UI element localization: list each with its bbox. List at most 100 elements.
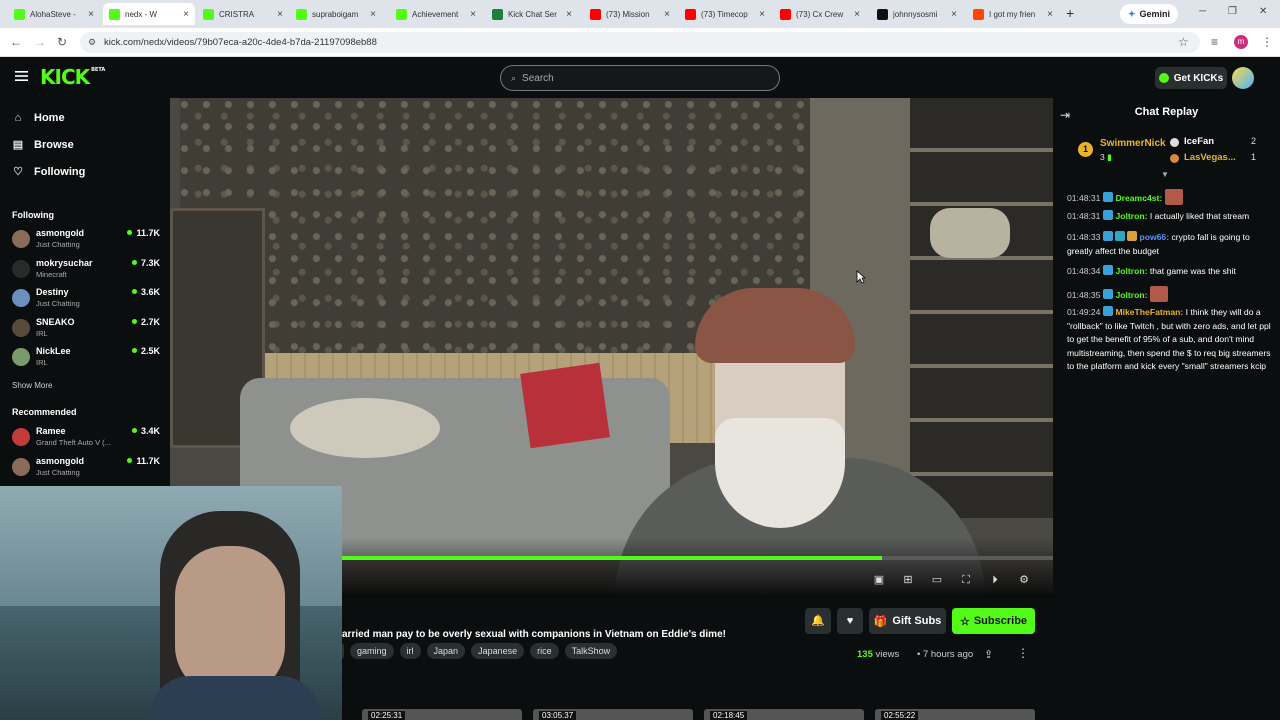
tag-pill[interactable]: gaming [350,643,394,659]
sidebar-item-home[interactable]: ⌂ Home [12,112,65,124]
video-thumbnail[interactable]: 02:55:22 [875,709,1035,720]
tab-close-icon[interactable]: × [88,9,94,20]
message-user[interactable]: Joltron: [1115,211,1147,221]
url-field[interactable]: ⚙ kick.com/nedx/videos/79b07eca-a20c-4de… [80,32,1200,53]
follow-heart-button[interactable]: ♥ [837,608,863,634]
emote-icon [1164,189,1183,205]
tab-0[interactable]: AlohaSteve - × [8,3,100,25]
tab-close-icon[interactable]: × [854,9,860,20]
sidebar-item-following[interactable]: ♡ Following [12,166,85,178]
get-kicks-button[interactable]: Get KICKs [1155,67,1227,89]
more-options-icon[interactable]: ⋮ [1017,646,1029,660]
heart-icon: ♡ [13,166,23,178]
tab-9[interactable]: johnnysosmi × [871,3,963,25]
minimize-icon[interactable]: ─ [1199,6,1206,17]
tab-close-icon[interactable]: × [370,9,376,20]
message-text: that game was the shit [1149,266,1236,276]
reload-icon[interactable]: ↻ [57,35,67,49]
theater-mode-icon[interactable]: ▭ [928,572,946,588]
channel-category: Grand Theft Auto V (... [36,438,111,447]
fullscreen-icon[interactable]: ⛶ [957,572,975,588]
tab-favicon-icon [109,8,120,20]
media-controls-icon[interactable]: ≡ [1211,35,1218,49]
tab-6[interactable]: (73) Mission × [584,3,676,25]
share-icon[interactable]: ⇪ [984,648,993,661]
notification-bell-button[interactable]: 🔔 [805,608,831,634]
channel-item[interactable]: asmongold Just Chatting 11.7K [12,454,162,480]
tab-2[interactable]: CRISTRA × [197,3,289,25]
beta-badge: BETA [91,67,106,73]
site-info-icon[interactable]: ⚙ [88,37,96,48]
miniplayer-icon[interactable]: ▣ [870,572,888,588]
tab-4[interactable]: Achievement × [390,3,482,25]
tab-close-icon[interactable]: × [759,9,765,20]
channel-avatar [12,230,30,248]
sidebar-item-browse[interactable]: ▤ Browse [12,139,74,151]
back-icon[interactable]: ← [10,35,22,49]
tab-7[interactable]: (73) Timecop × [679,3,771,25]
kick-logo[interactable]: KICK BETA [40,65,106,89]
channel-item[interactable]: asmongold Just Chatting 11.7K [12,226,162,252]
tab-label: (73) Cx Crew [796,9,844,19]
tab-3[interactable]: supraboigam × [290,3,382,25]
clip-icon[interactable]: ⊞ [899,572,917,588]
profile-icon[interactable]: m [1234,35,1248,49]
channel-item[interactable]: NickLee IRL 2.5K [12,344,162,370]
tab-close-icon[interactable]: × [1047,9,1053,20]
bookmark-star-icon[interactable]: ☆ [1178,35,1189,49]
channel-item[interactable]: Destiny Just Chatting 3.6K [12,285,162,311]
subscribe-button[interactable]: ☆ Subscribe [952,608,1035,634]
tab-close-icon[interactable]: × [951,9,957,20]
message-user[interactable]: Dreamc4st: [1115,193,1162,203]
tab-8[interactable]: (73) Cx Crew × [774,3,866,25]
video-thumbnail[interactable]: 03:05:37 [533,709,693,720]
menu-icon[interactable] [15,71,28,81]
leaderboard-entry[interactable]: LasVegas... 1 [1170,152,1260,166]
pinned-toggle-icon[interactable]: ▼ [1161,170,1169,179]
leaderboard-entry[interactable]: IceFan 2 [1170,136,1260,150]
tab-5[interactable]: Kick Chat Ser × [486,3,578,25]
tag-pill[interactable]: Japanese [471,643,525,659]
restore-icon[interactable]: ❐ [1228,6,1237,17]
browser-menu-icon[interactable]: ⋮ [1261,35,1273,49]
message-user[interactable]: Joltron: [1115,290,1147,300]
tab-10[interactable]: I got my frien × [967,3,1059,25]
message-user[interactable]: Joltron: [1115,266,1147,276]
tab-close-icon[interactable]: × [566,9,572,20]
tag-pill[interactable]: Japan [426,643,466,659]
channel-item[interactable]: SNEAKO IRL 2.7K [12,315,162,341]
collapse-chat-icon[interactable]: ⇥ [1060,108,1070,122]
tab-close-icon[interactable]: × [277,9,283,20]
playback-speed-icon[interactable]: ⏵ [986,572,1004,588]
tab-close-icon[interactable]: × [470,9,476,20]
channel-name: SNEAKO [36,316,75,327]
video-thumbnail[interactable]: 02:25:31 [362,709,522,720]
tab-close-icon[interactable]: × [664,9,670,20]
settings-gear-icon[interactable]: ⚙ [1015,572,1033,588]
channel-item[interactable]: mokrysuchar Minecraft 7.3K [12,256,162,282]
channel-item[interactable]: Ramee Grand Theft Auto V (... 3.4K [12,424,162,450]
tab-close-icon[interactable]: × [183,9,189,20]
message-user[interactable]: pow66: [1139,232,1169,242]
shelf-unit [910,98,1053,518]
forward-icon[interactable]: → [34,35,46,49]
tag-pill[interactable]: rice [530,643,559,659]
window-close-icon[interactable]: ✕ [1259,6,1267,17]
gemini-button[interactable]: ✦ Gemini [1120,4,1178,24]
video-progress-bar[interactable] [342,556,1053,560]
tag-pill[interactable]: irl [399,643,421,659]
message-user[interactable]: MikeTheFatman: [1115,307,1183,317]
tab-1[interactable]: nedx - W × [103,3,195,25]
tag-list: gaming irl Japan Japanese rice TalkShow [338,643,623,659]
new-tab-button[interactable]: + [1066,5,1074,21]
show-more-link[interactable]: Show More [12,381,52,390]
search-input[interactable]: ⌕ Search [500,65,780,91]
view-count-label: views [875,649,900,660]
video-thumbnail[interactable]: 02:18:45 [704,709,864,720]
user-avatar[interactable] [1232,67,1254,89]
tab-favicon-icon [973,8,984,20]
chat-message: 01:48:35 Joltron: [1067,286,1273,303]
tag-pill[interactable]: TalkShow [564,643,618,659]
thumbnail-duration: 02:18:45 [710,711,748,720]
gift-subs-button[interactable]: 🎁 Gift Subs [869,608,946,634]
